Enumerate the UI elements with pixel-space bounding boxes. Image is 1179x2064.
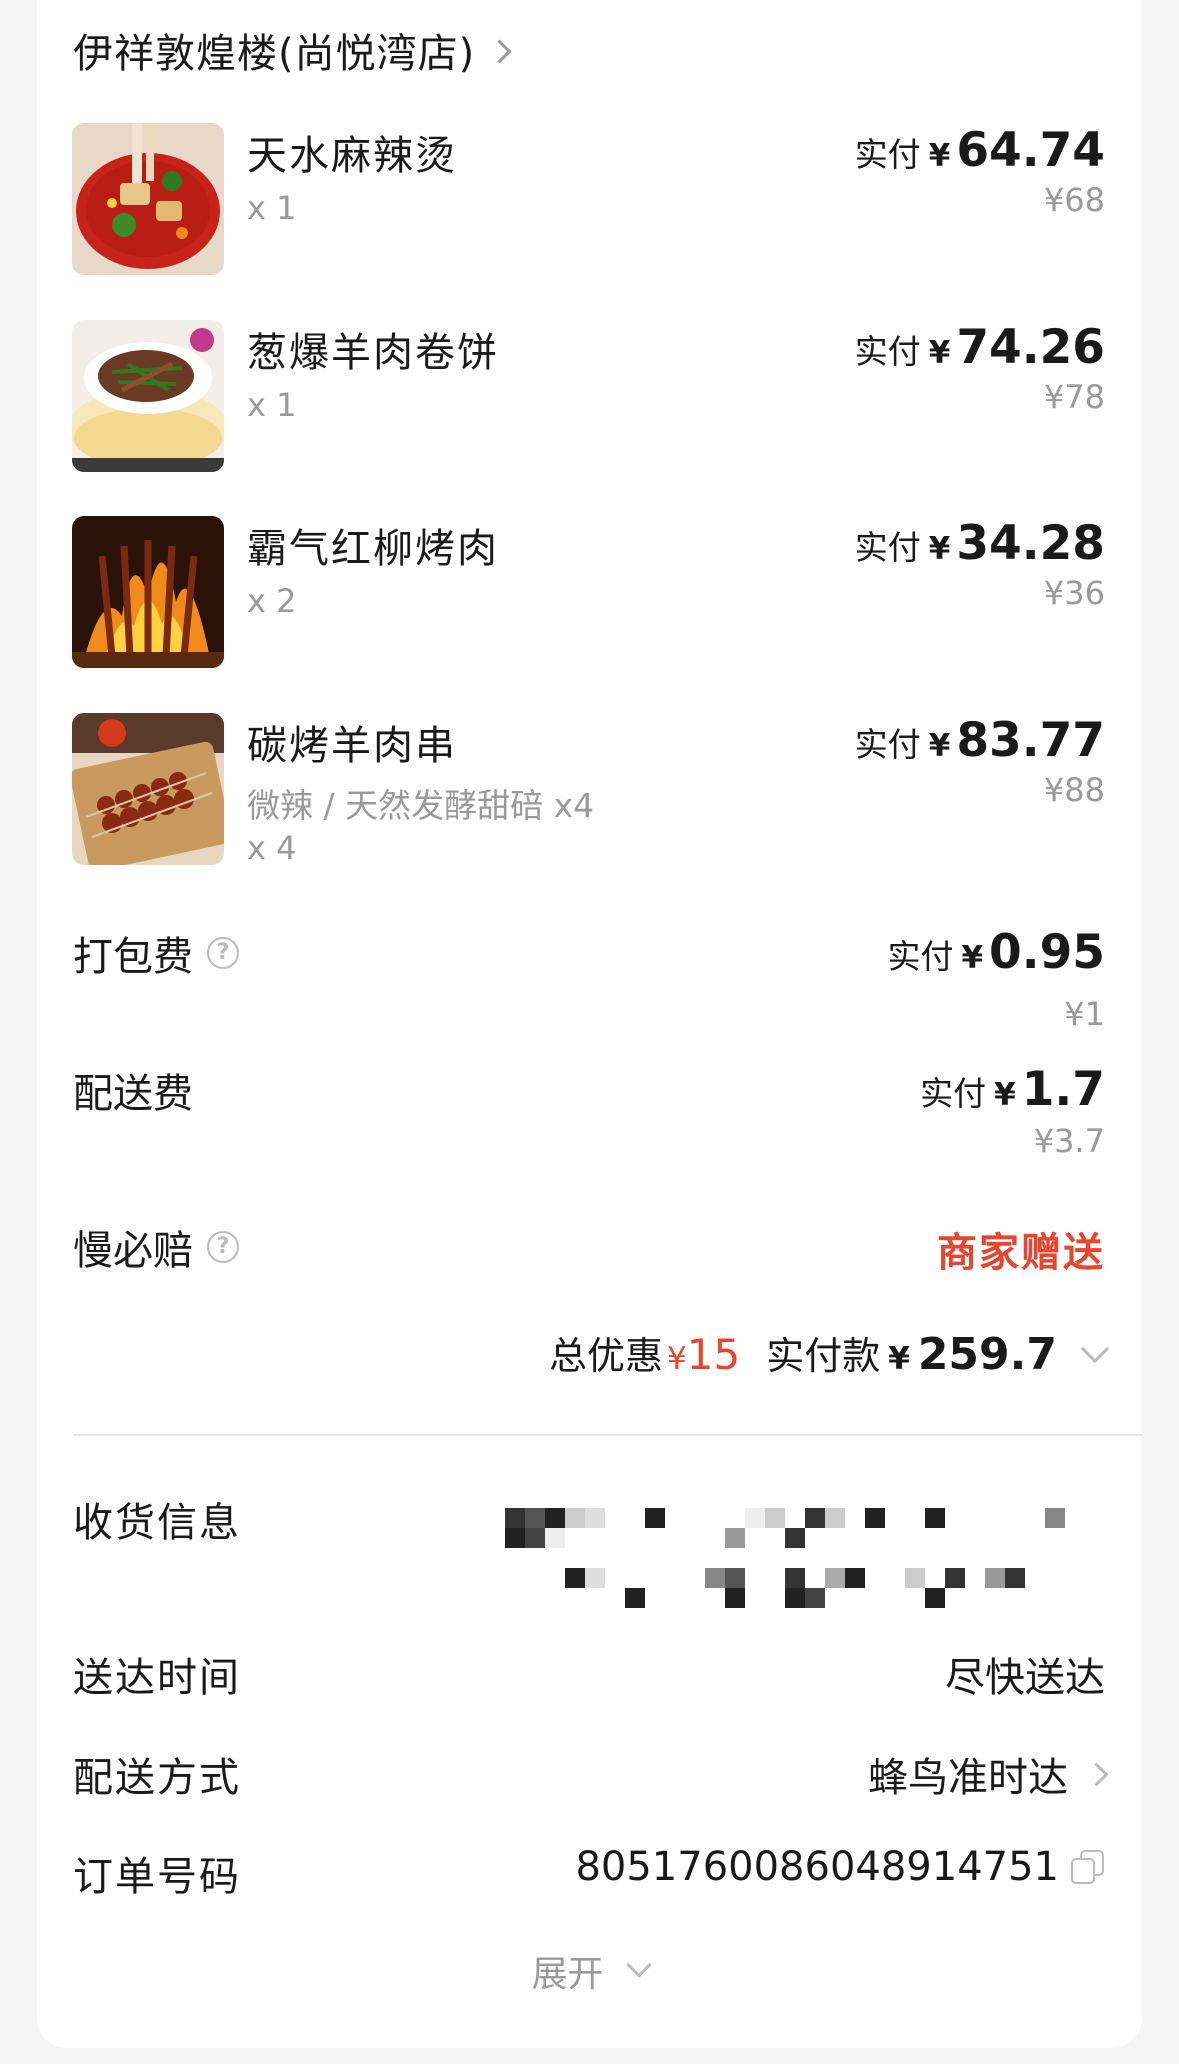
item-quantity: x 4: [247, 829, 297, 867]
paid-amount: 74.26: [956, 320, 1105, 375]
delivery-method-value: 蜂鸟准时达: [868, 1755, 1068, 1801]
packing-fee-label: 打包费: [73, 934, 193, 980]
delivery-time-value: 尽快送达: [945, 1655, 1105, 1701]
delivery-fee-paid: 实付 ¥ 1.7: [920, 1062, 1105, 1118]
late-compensation-label-row: 慢必赔 ?: [73, 1219, 239, 1275]
address-redacted-mosaic: [505, 1498, 1105, 1608]
currency-symbol: ¥: [928, 335, 951, 371]
currency-symbol: ¥: [928, 531, 951, 567]
address-label: 收货信息: [73, 1500, 241, 1546]
paid-amount: 34.28: [956, 516, 1105, 571]
currency-symbol: ¥: [994, 1077, 1016, 1113]
item-quantity: x 1: [247, 386, 297, 424]
paid-amount: 64.74: [956, 123, 1105, 178]
paid-label: 实付: [854, 332, 921, 371]
item-paid-price: 实付 ¥ 83.77: [855, 713, 1105, 769]
item-image-grilled-skewers-fire: [72, 516, 224, 668]
delivery-fee-label: 配送费: [73, 1071, 193, 1117]
shop-name: 伊祥敦煌楼(尚悦湾店): [73, 31, 476, 77]
order-item[interactable]: 霸气红柳烤肉 x 2 实付 ¥ 34.28 ¥36: [37, 516, 1142, 676]
delivery-fee-original: ¥3.7: [1033, 1122, 1105, 1160]
item-paid-price: 实付 ¥ 64.74: [855, 123, 1105, 179]
item-name: 葱爆羊肉卷饼: [247, 330, 499, 376]
order-item[interactable]: 天水麻辣烫 x 1 实付 ¥ 64.74 ¥68: [37, 123, 1142, 283]
item-paid-price: 实付 ¥ 34.28: [855, 516, 1105, 572]
item-name: 碳烤羊肉串: [247, 723, 457, 769]
item-name: 霸气红柳烤肉: [247, 526, 499, 572]
item-spec: 微辣 / 天然发酵甜碚 x4: [247, 786, 595, 825]
expand-button[interactable]: 展开: [37, 1945, 1142, 1997]
currency-symbol: ¥: [928, 728, 951, 764]
delivery-method-label: 配送方式: [73, 1755, 241, 1801]
paid-label: 实付: [854, 725, 921, 764]
paid-amount: 83.77: [956, 713, 1105, 768]
item-original-price: ¥88: [1043, 771, 1105, 809]
packing-fee-label-row: 打包费 ?: [73, 925, 239, 981]
actual-paid-label: 实付款: [766, 1334, 881, 1378]
chevron-down-icon: [1080, 1334, 1110, 1364]
currency-symbol: ¥: [888, 1341, 910, 1377]
packing-fee-original: ¥1: [1064, 995, 1105, 1033]
currency-symbol: ¥: [961, 940, 984, 976]
order-card: 伊祥敦煌楼(尚悦湾店) 天水麻辣烫 x 1 实付 ¥ 64.74 ¥68 葱爆羊…: [37, 0, 1143, 2048]
paid-amount: 0.95: [989, 925, 1105, 980]
discount-currency: ¥: [667, 1341, 687, 1377]
order-number-label: 订单号码: [73, 1854, 241, 1900]
item-original-price: ¥78: [1043, 378, 1105, 416]
shop-name-link[interactable]: 伊祥敦煌楼(尚悦湾店): [73, 22, 512, 78]
chevron-right-icon: [1084, 1761, 1109, 1787]
item-original-price: ¥36: [1043, 574, 1105, 612]
item-paid-price: 实付 ¥ 74.26: [855, 320, 1105, 376]
delivery-method-link[interactable]: 蜂鸟准时达: [868, 1745, 1109, 1803]
packing-fee-paid: 实付 ¥ 0.95: [887, 925, 1105, 981]
actual-paid-amount: 259.7: [917, 1329, 1057, 1380]
item-quantity: x 2: [247, 582, 297, 620]
order-item[interactable]: 葱爆羊肉卷饼 x 1 实付 ¥ 74.26 ¥78: [37, 320, 1142, 480]
delivery-time-label: 送达时间: [73, 1655, 241, 1701]
chevron-down-icon: [625, 1952, 652, 1978]
item-name: 天水麻辣烫: [247, 133, 457, 179]
order-number-value: 8051760086048914751: [575, 1844, 1059, 1890]
chevron-right-icon: [487, 38, 512, 64]
paid-label: 实付: [854, 135, 921, 174]
copy-icon[interactable]: [1071, 1850, 1105, 1884]
paid-label: 实付: [887, 937, 954, 976]
order-item[interactable]: 碳烤羊肉串 微辣 / 天然发酵甜碚 x4 x 4 实付 ¥ 83.77 ¥88: [37, 713, 1142, 873]
item-quantity: x 1: [247, 189, 297, 227]
item-image-lamb-skewers: [72, 713, 224, 865]
total-discount-amount: 15: [686, 1330, 741, 1379]
merchant-gift-text: 商家赠送: [937, 1230, 1105, 1276]
divider: [73, 1434, 1143, 1436]
late-compensation-label: 慢必赔: [73, 1228, 193, 1274]
delivery-fee-label-row: 配送费: [73, 1062, 193, 1118]
order-number-row: 8051760086048914751: [575, 1844, 1105, 1890]
item-image-spicy-hotpot: [72, 123, 224, 275]
expand-label: 展开: [531, 1954, 604, 1995]
help-icon[interactable]: ?: [207, 1231, 239, 1263]
paid-amount: 1.7: [1021, 1062, 1105, 1117]
help-icon[interactable]: ?: [207, 937, 239, 969]
paid-label: 实付: [920, 1074, 987, 1113]
item-original-price: ¥68: [1043, 181, 1105, 219]
order-totals[interactable]: 总优惠 ¥ 15 实付款 ¥ 259.7: [549, 1325, 1110, 1385]
currency-symbol: ¥: [928, 138, 951, 174]
item-image-lamb-wrap: [72, 320, 224, 472]
total-discount-label: 总优惠: [549, 1334, 664, 1378]
paid-label: 实付: [854, 528, 921, 567]
